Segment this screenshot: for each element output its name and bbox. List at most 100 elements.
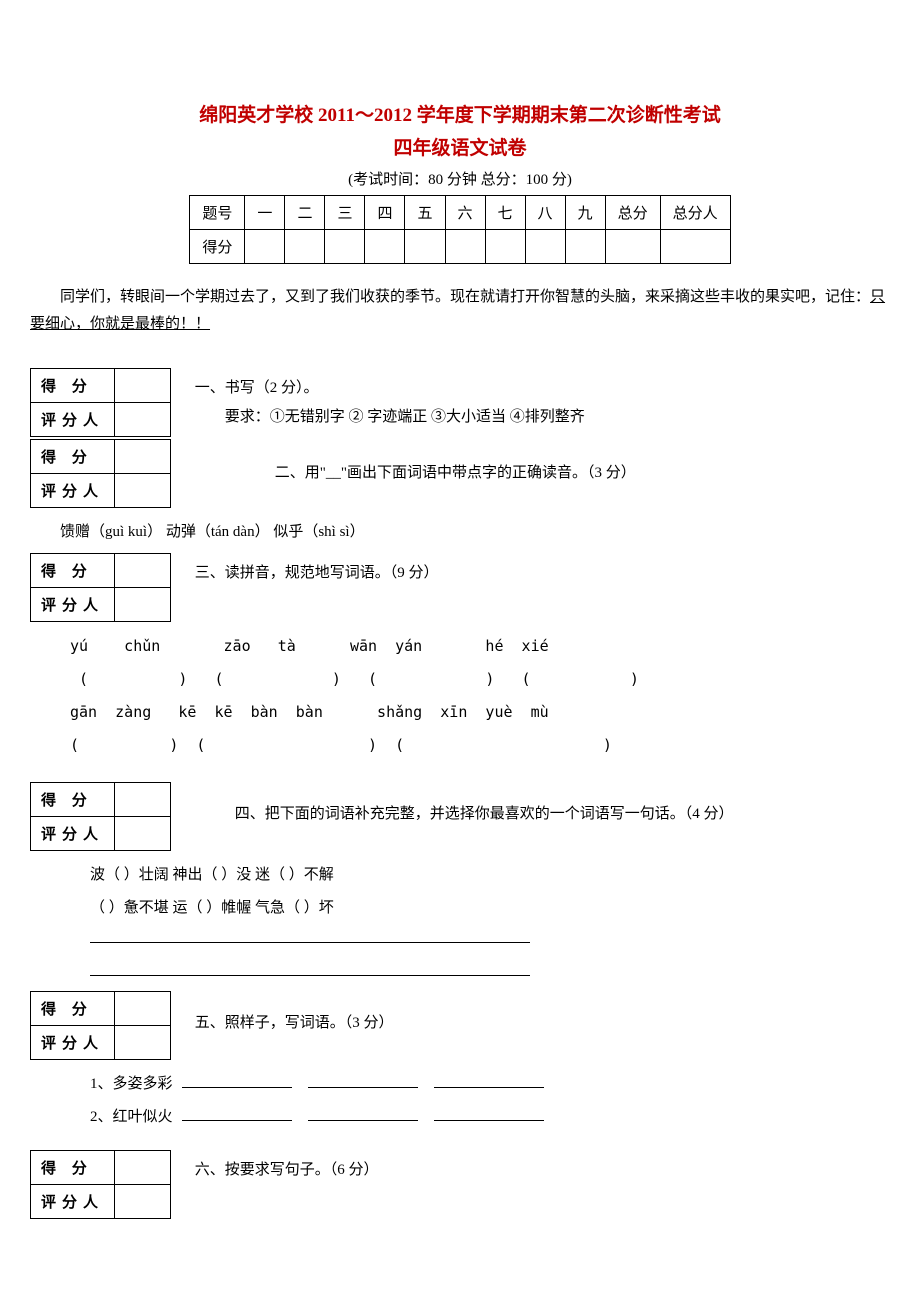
td-blank	[285, 230, 325, 264]
q3-line2: ( ) ( ) ( ) ( )	[30, 663, 890, 696]
score-blank	[115, 1151, 171, 1185]
q6-title: 六、按要求写句子。（6 分）	[195, 1156, 379, 1185]
score-blank	[115, 554, 171, 588]
grader-label: 评分人	[31, 588, 115, 622]
td-blank	[660, 230, 730, 264]
th-total: 总分	[605, 196, 660, 230]
grade-box: 得 分 评分人	[30, 1150, 171, 1219]
write-line-blank	[90, 925, 530, 943]
grader-label: 评分人	[31, 403, 115, 437]
grader-blank	[115, 817, 171, 851]
grader-label: 评分人	[31, 474, 115, 508]
grader-blank	[115, 474, 171, 508]
th-9: 九	[565, 196, 605, 230]
th-2: 二	[285, 196, 325, 230]
score-blank	[115, 440, 171, 474]
th-totalby: 总分人	[660, 196, 730, 230]
grade-box: 得 分 评分人	[30, 439, 171, 508]
grader-blank	[115, 588, 171, 622]
q2-title: 二、用"__"画出下面词语中带点字的正确读音。（3 分）	[275, 445, 636, 488]
q5-item2: 2、红叶似火	[90, 1109, 173, 1125]
td-blank	[565, 230, 605, 264]
score-blank	[115, 992, 171, 1026]
th-8: 八	[525, 196, 565, 230]
score-blank	[115, 369, 171, 403]
q1-title: 一、书写（2 分）。	[195, 374, 585, 403]
grader-label: 评分人	[31, 817, 115, 851]
grader-label: 评分人	[31, 1185, 115, 1219]
section-6-text: 六、按要求写句子。（6 分）	[175, 1150, 379, 1185]
td-blank	[325, 230, 365, 264]
score-label: 得 分	[31, 440, 115, 474]
section-2: 得 分 评分人 二、用"__"画出下面词语中带点字的正确读音。（3 分）	[30, 439, 890, 508]
score-label: 得 分	[31, 992, 115, 1026]
q1-requirement: 要求：①无错别字 ② 字迹端正 ③大小适当 ④排列整齐	[195, 403, 585, 432]
score-blank	[115, 783, 171, 817]
section-3: 得 分 评分人 三、读拼音，规范地写词语。（9 分）	[30, 553, 890, 622]
th-7: 七	[485, 196, 525, 230]
fill-blank	[434, 1074, 544, 1088]
section-6: 得 分 评分人 六、按要求写句子。（6 分）	[30, 1150, 890, 1219]
q4-title: 四、把下面的词语补充完整，并选择你最喜欢的一个词语写一句话。（4 分）	[235, 788, 734, 829]
q3-line1: yú chǔn zāo tà wān yán hé xié	[30, 630, 890, 663]
td-score-label: 得分	[190, 230, 245, 264]
fill-blank	[182, 1107, 292, 1121]
section-4: 得 分 评分人 四、把下面的词语补充完整，并选择你最喜欢的一个词语写一句话。（4…	[30, 782, 890, 851]
q4-line2: （ ）惫不堪 运（ ）帷幄 气急（ ）坏	[30, 892, 890, 925]
q5-item1: 1、多姿多彩	[90, 1076, 173, 1092]
exam-time-info: (考试时间：80 分钟 总分：100 分)	[30, 168, 890, 189]
write-line-blank	[90, 958, 530, 976]
section-2-text: 二、用"__"画出下面词语中带点字的正确读音。（3 分）	[175, 439, 636, 488]
grade-box: 得 分 评分人	[30, 368, 171, 437]
score-label: 得 分	[31, 554, 115, 588]
th-4: 四	[365, 196, 405, 230]
grader-blank	[115, 1185, 171, 1219]
grader-blank	[115, 403, 171, 437]
score-label: 得 分	[31, 1151, 115, 1185]
td-blank	[245, 230, 285, 264]
td-blank	[365, 230, 405, 264]
th-number: 题号	[190, 196, 245, 230]
grade-box: 得 分 评分人	[30, 991, 171, 1060]
grade-box: 得 分 评分人	[30, 782, 171, 851]
section-3-text: 三、读拼音，规范地写词语。（9 分）	[175, 553, 439, 588]
td-blank	[485, 230, 525, 264]
fill-blank	[308, 1074, 418, 1088]
td-blank	[525, 230, 565, 264]
fill-blank	[182, 1074, 292, 1088]
score-summary-table: 题号 一 二 三 四 五 六 七 八 九 总分 总分人 得分	[189, 195, 730, 264]
q3-line3: gān zàng kē kē bàn bàn shǎng xīn yuè mù	[30, 696, 890, 729]
td-blank	[605, 230, 660, 264]
section-1-text: 一、书写（2 分）。 要求：①无错别字 ② 字迹端正 ③大小适当 ④排列整齐	[175, 368, 585, 431]
q3-line4: ( ) ( ) ( )	[30, 729, 890, 762]
q4-line1: 波（ ）壮阔 神出（ ）没 迷（ ）不解	[30, 859, 890, 892]
th-3: 三	[325, 196, 365, 230]
intro-text-1: 同学们，转眼间一个学期过去了，又到了我们收获的季节。现在就请打开你智慧的头脑，来…	[60, 289, 870, 305]
score-label: 得 分	[31, 369, 115, 403]
section-1: 得 分 评分人 一、书写（2 分）。 要求：①无错别字 ② 字迹端正 ③大小适当…	[30, 368, 890, 437]
th-1: 一	[245, 196, 285, 230]
q3-title: 三、读拼音，规范地写词语。（9 分）	[195, 559, 439, 588]
score-label: 得 分	[31, 783, 115, 817]
th-6: 六	[445, 196, 485, 230]
intro-paragraph: 同学们，转眼间一个学期过去了，又到了我们收获的季节。现在就请打开你智慧的头脑，来…	[30, 284, 890, 338]
section-5-text: 五、照样子，写词语。（3 分）	[175, 991, 394, 1038]
fill-blank	[308, 1107, 418, 1121]
grader-label: 评分人	[31, 1026, 115, 1060]
table-row: 题号 一 二 三 四 五 六 七 八 九 总分 总分人	[190, 196, 730, 230]
fill-blank	[434, 1107, 544, 1121]
q5-item2-row: 2、红叶似火	[30, 1101, 890, 1134]
td-blank	[405, 230, 445, 264]
section-5: 得 分 评分人 五、照样子，写词语。（3 分）	[30, 991, 890, 1060]
th-5: 五	[405, 196, 445, 230]
exam-title-line2: 四年级语文试卷	[30, 133, 890, 160]
exam-title-line1: 绵阳英才学校 2011～2012 学年度下学期期末第二次诊断性考试	[30, 100, 890, 127]
td-blank	[445, 230, 485, 264]
table-row: 得分	[190, 230, 730, 264]
q5-title: 五、照样子，写词语。（3 分）	[195, 997, 394, 1038]
q2-content: 馈赠（guì kuì） 动弹（tán dàn） 似乎（shì sì）	[30, 516, 890, 549]
grader-blank	[115, 1026, 171, 1060]
grade-box: 得 分 评分人	[30, 553, 171, 622]
q5-item1-row: 1、多姿多彩	[30, 1068, 890, 1101]
section-4-text: 四、把下面的词语补充完整，并选择你最喜欢的一个词语写一句话。（4 分）	[175, 782, 734, 829]
